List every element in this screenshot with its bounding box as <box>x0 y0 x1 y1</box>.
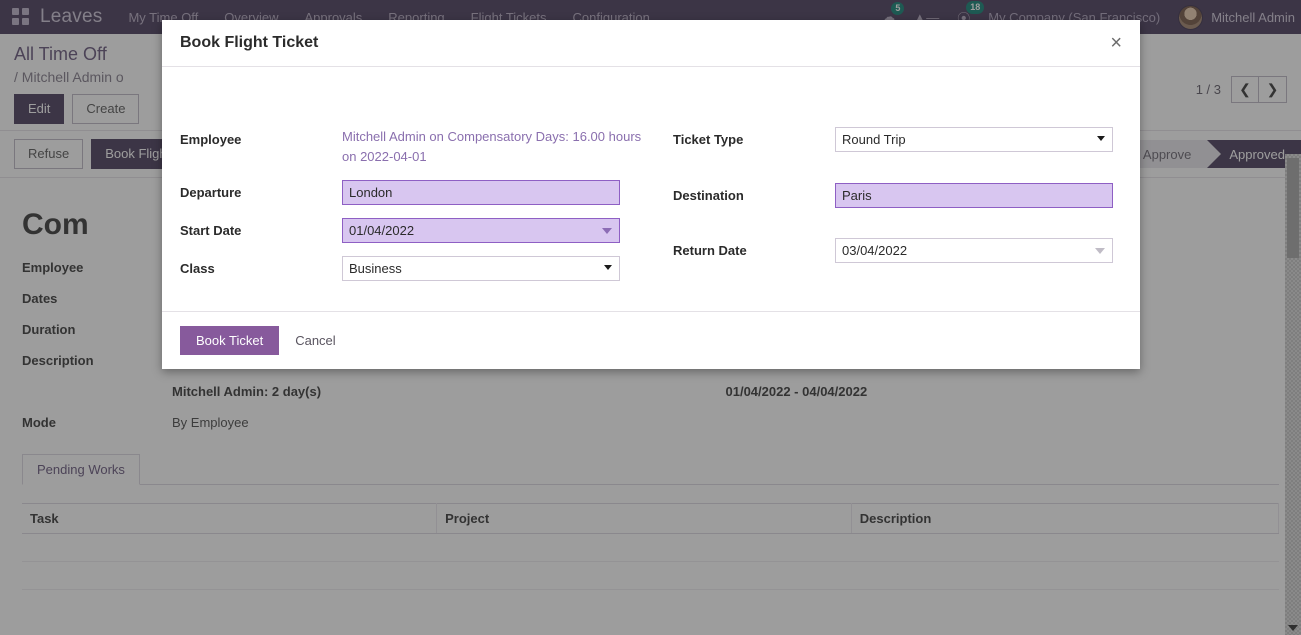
return-date-input[interactable] <box>835 238 1113 263</box>
dialog-left-column: Employee Mitchell Admin on Compensatory … <box>180 127 651 281</box>
scroll-down-arrow-icon[interactable] <box>1288 625 1298 631</box>
dialog-columns: Employee Mitchell Admin on Compensatory … <box>180 127 1122 281</box>
label-start-date: Start Date <box>180 218 342 238</box>
dialog-right-column: Ticket Type Round TripOne Way Destinatio… <box>651 127 1122 281</box>
ticket-type-select[interactable]: Round TripOne Way <box>835 127 1113 152</box>
vertical-scrollbar[interactable] <box>1285 154 1301 635</box>
book-flight-ticket-dialog: Book Flight Ticket × Employee Mitchell A… <box>162 20 1140 369</box>
value-start-date <box>342 218 651 243</box>
value-return-date <box>835 238 1122 263</box>
label-departure: Departure <box>180 180 342 200</box>
value-employee: Mitchell Admin on Compensatory Days: 16.… <box>342 127 651 167</box>
destination-input[interactable] <box>835 183 1113 208</box>
class-select[interactable]: BusinessEconomyFirst Class <box>342 256 620 281</box>
label-class: Class <box>180 256 342 276</box>
label-ticket-type: Ticket Type <box>673 127 835 147</box>
cancel-button[interactable]: Cancel <box>289 327 341 354</box>
value-departure <box>342 180 651 205</box>
dialog-body: Employee Mitchell Admin on Compensatory … <box>162 67 1140 311</box>
employee-link[interactable]: Mitchell Admin on Compensatory Days: 16.… <box>342 129 641 164</box>
departure-input[interactable] <box>342 180 620 205</box>
book-ticket-button[interactable]: Book Ticket <box>180 326 279 355</box>
value-ticket-type: Round TripOne Way <box>835 127 1122 152</box>
value-class: BusinessEconomyFirst Class <box>342 256 651 281</box>
label-return-date: Return Date <box>673 238 835 258</box>
label-employee: Employee <box>180 127 342 147</box>
dialog-title: Book Flight Ticket <box>180 34 318 52</box>
dialog-header: Book Flight Ticket × <box>162 20 1140 67</box>
value-destination <box>835 183 1122 208</box>
label-destination: Destination <box>673 183 835 203</box>
scrollbar-thumb[interactable] <box>1287 158 1299 258</box>
start-date-input[interactable] <box>342 218 620 243</box>
dialog-footer: Book Ticket Cancel <box>162 311 1140 369</box>
close-icon[interactable]: × <box>1110 36 1122 50</box>
